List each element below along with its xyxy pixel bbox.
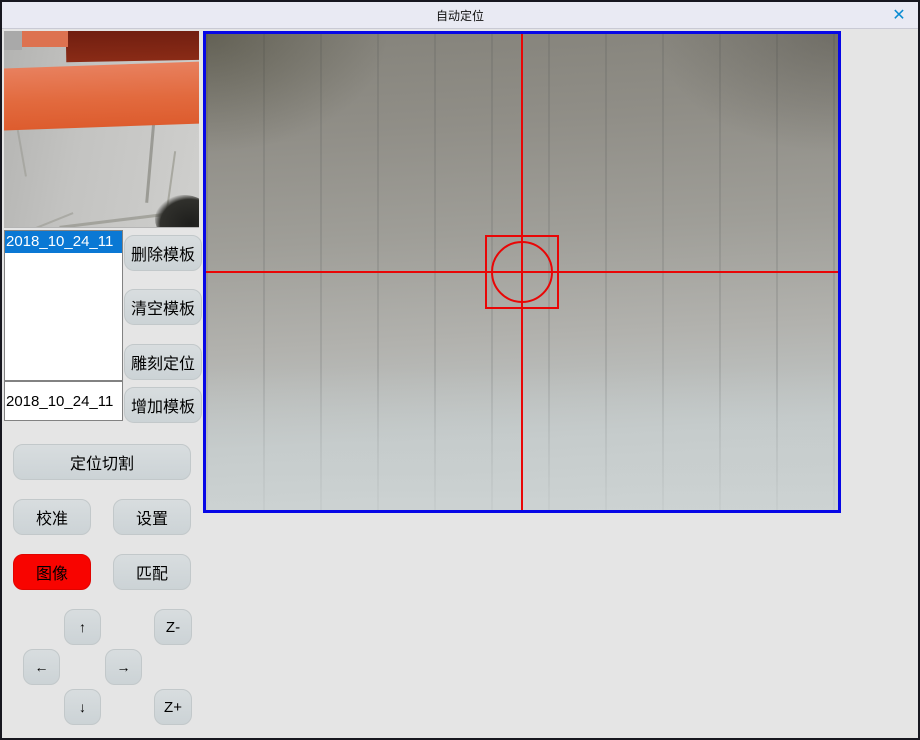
- jog-z-minus-button[interactable]: Z-: [154, 609, 192, 645]
- template-name-input[interactable]: [4, 381, 123, 421]
- jog-down-button[interactable]: ↓: [64, 689, 101, 725]
- engrave-position-button[interactable]: 雕刻定位: [124, 344, 202, 380]
- jog-left-button[interactable]: ←: [23, 649, 60, 685]
- jog-up-button[interactable]: ↑: [64, 609, 101, 645]
- salmon-patch-shape: [22, 31, 68, 47]
- titlebar: 自动定位 ✕: [2, 2, 918, 29]
- image-button[interactable]: 图像: [13, 554, 91, 590]
- dark-object-shape: [155, 195, 199, 228]
- match-button[interactable]: 匹配: [113, 554, 191, 590]
- orange-beam-shape: [4, 61, 199, 130]
- template-list[interactable]: 2018_10_24_11: [4, 230, 123, 381]
- add-template-button[interactable]: 增加模板: [124, 387, 202, 423]
- gray-patch-shape: [4, 31, 22, 50]
- delete-template-button[interactable]: 删除模板: [124, 235, 202, 271]
- clear-templates-button[interactable]: 清空模板: [124, 289, 202, 325]
- template-list-item[interactable]: 2018_10_24_11: [5, 231, 122, 253]
- template-preview-image: [4, 31, 199, 228]
- dialog-title: 自动定位: [436, 7, 484, 24]
- roi-circle-overlay: [491, 241, 553, 303]
- close-icon[interactable]: ✕: [888, 5, 910, 25]
- position-cut-button[interactable]: 定位切割: [13, 444, 191, 480]
- calibrate-button[interactable]: 校准: [13, 499, 91, 535]
- dark-red-shape: [66, 31, 199, 62]
- camera-view[interactable]: [203, 31, 841, 513]
- jog-z-plus-button[interactable]: Z+: [154, 689, 192, 725]
- auto-position-dialog: 自动定位 ✕ 2018_10_24_11 删除模板 清空模板 雕刻定位 增加模板…: [0, 0, 920, 740]
- jog-right-button[interactable]: →: [105, 649, 142, 685]
- settings-button[interactable]: 设置: [113, 499, 191, 535]
